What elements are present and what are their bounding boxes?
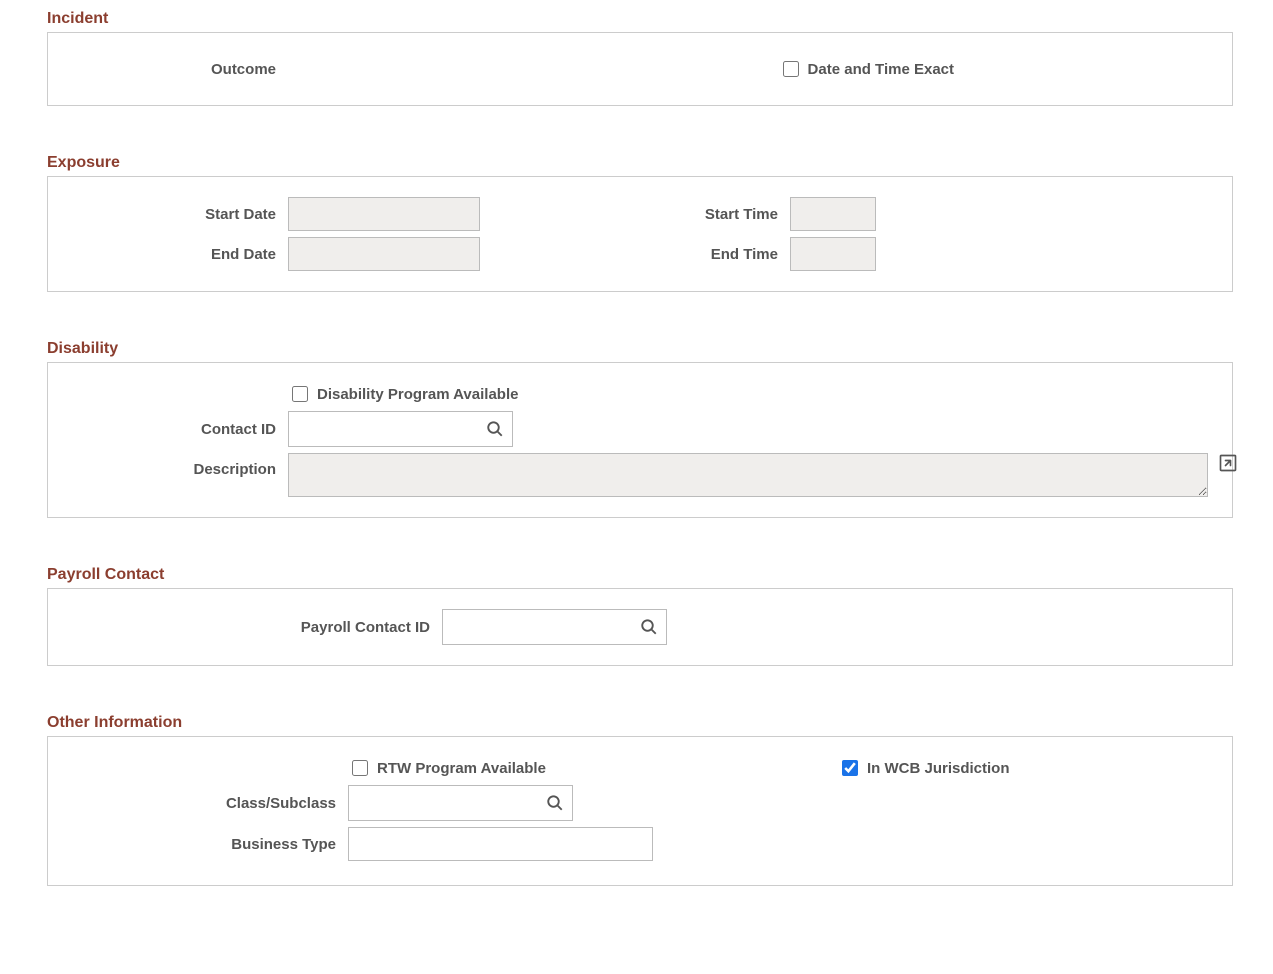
description-label: Description [48,453,288,478]
incident-section: Incident Outcome Date and Time Exact [47,10,1233,106]
disability-title: Disability [47,340,1233,358]
other-title: Other Information [47,714,1233,732]
exposure-title: Exposure [47,154,1233,172]
payroll-contact-id-label: Payroll Contact ID [48,619,442,636]
date-time-exact-checkbox[interactable] [783,61,799,77]
start-time-input[interactable] [790,197,876,231]
rtw-label: RTW Program Available [377,760,546,777]
rtw-checkbox[interactable] [352,760,368,776]
end-date-label: End Date [48,246,288,263]
disability-section: Disability Disability Program Available … [47,340,1233,518]
business-type-label: Business Type [48,836,348,853]
start-date-input[interactable] [288,197,480,231]
wcb-label: In WCB Jurisdiction [867,760,1010,777]
description-textarea[interactable] [288,453,1208,497]
exposure-box: Start Date Start Time End Date End Time [47,176,1233,292]
expand-icon[interactable] [1218,453,1238,473]
contact-id-input[interactable] [297,412,486,446]
end-time-input[interactable] [790,237,876,271]
payroll-section: Payroll Contact Payroll Contact ID [47,566,1233,666]
disability-box: Disability Program Available Contact ID … [47,362,1233,518]
payroll-title: Payroll Contact [47,566,1233,584]
payroll-box: Payroll Contact ID [47,588,1233,666]
payroll-contact-id-lookup[interactable] [442,609,667,645]
class-lookup[interactable] [348,785,573,821]
business-type-input[interactable] [348,827,653,861]
payroll-contact-id-input[interactable] [451,610,640,644]
incident-box: Outcome Date and Time Exact [47,32,1233,106]
other-section: Other Information RTW Program Available … [47,714,1233,886]
disability-program-checkbox[interactable] [292,386,308,402]
class-label: Class/Subclass [48,795,348,812]
start-date-label: Start Date [48,206,288,223]
contact-id-label: Contact ID [48,421,288,438]
disability-program-label: Disability Program Available [317,386,518,403]
exposure-section: Exposure Start Date Start Time End Date … [47,154,1233,292]
end-time-label: End Time [570,246,790,263]
date-time-exact-label: Date and Time Exact [808,61,954,78]
outcome-label: Outcome [48,61,288,78]
start-time-label: Start Time [570,206,790,223]
search-icon[interactable] [486,420,504,438]
class-input[interactable] [357,786,546,820]
other-box: RTW Program Available In WCB Jurisdictio… [47,736,1233,886]
search-icon[interactable] [640,618,658,636]
incident-title: Incident [47,10,1233,28]
contact-id-lookup[interactable] [288,411,513,447]
wcb-checkbox[interactable] [842,760,858,776]
search-icon[interactable] [546,794,564,812]
end-date-input[interactable] [288,237,480,271]
